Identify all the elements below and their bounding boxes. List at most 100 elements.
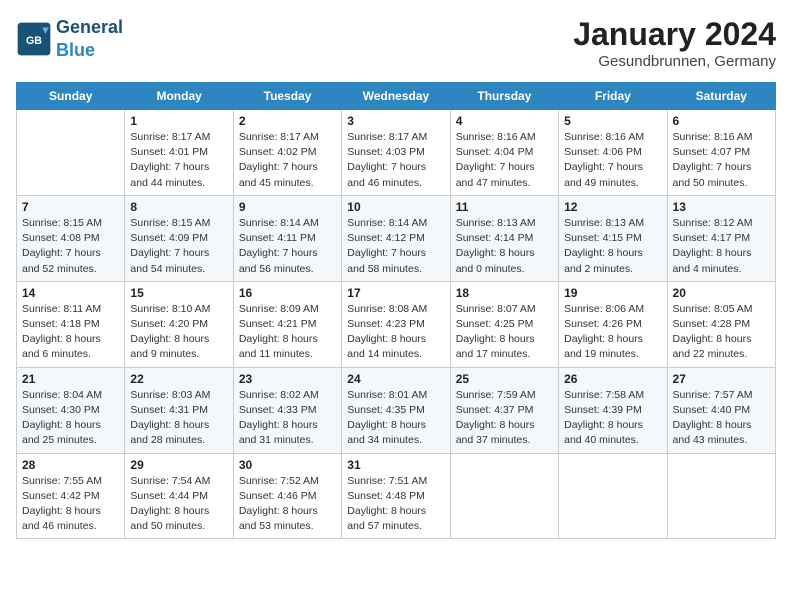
sunrise-time: Sunrise: 8:11 AM [22, 303, 101, 315]
daylight-hours: Daylight: 8 hours and 25 minutes. [22, 419, 101, 446]
day-info: Sunrise: 7:52 AMSunset: 4:46 PMDaylight:… [239, 474, 336, 535]
day-cell: 24 Sunrise: 8:01 AMSunset: 4:35 PMDayligh… [342, 367, 450, 453]
sunset-time: Sunset: 4:14 PM [456, 232, 534, 244]
day-cell: 15Sunrise: 8:10 AMSunset: 4:20 PMDayligh… [125, 281, 233, 367]
day-info: Sunrise: 8:01 AMSunset: 4:35 PMDaylight:… [347, 388, 444, 449]
sunrise-time: Sunrise: 8:02 AM [239, 389, 319, 401]
daylight-hours: Daylight: 7 hours and 44 minutes. [130, 161, 209, 188]
sunrise-time: Sunrise: 8:16 AM [456, 131, 536, 143]
daylight-hours: Daylight: 7 hours and 47 minutes. [456, 161, 535, 188]
daylight-hours: Daylight: 8 hours and 14 minutes. [347, 333, 426, 360]
sunset-time: Sunset: 4:02 PM [239, 146, 317, 158]
day-info: Sunrise: 8:17 AMSunset: 4:02 PMDaylight:… [239, 130, 336, 191]
logo-icon: GB [16, 21, 52, 57]
day-info: Sunrise: 8:12 AMSunset: 4:17 PMDaylight:… [673, 216, 770, 277]
day-number: 22 [130, 372, 227, 386]
day-number: 25 [456, 372, 553, 386]
sunrise-time: Sunrise: 8:06 AM [564, 303, 644, 315]
day-number: 18 [456, 286, 553, 300]
day-cell: 2Sunrise: 8:17 AMSunset: 4:02 PMDaylight… [233, 110, 341, 196]
day-number: 8 [130, 200, 227, 214]
daylight-hours: Daylight: 8 hours and 0 minutes. [456, 247, 535, 274]
day-cell: 25Sunrise: 7:59 AMSunset: 4:37 PMDayligh… [450, 367, 558, 453]
calendar-title: January 2024 [573, 16, 776, 53]
daylight-hours: Daylight: 7 hours and 50 minutes. [673, 161, 752, 188]
day-info: Sunrise: 8:14 AMSunset: 4:12 PMDaylight:… [347, 216, 444, 277]
sunset-time: Sunset: 4:15 PM [564, 232, 642, 244]
sunrise-time: Sunrise: 7:52 AM [239, 475, 319, 487]
day-info: Sunrise: 8:03 AMSunset: 4:31 PMDaylight:… [130, 388, 227, 449]
sunrise-time: Sunrise: 8:04 AM [22, 389, 102, 401]
day-info: Sunrise: 7:54 AMSunset: 4:44 PMDaylight:… [130, 474, 227, 535]
sunset-time: Sunset: 4:42 PM [22, 490, 100, 502]
day-cell: 3Sunrise: 8:17 AMSunset: 4:03 PMDaylight… [342, 110, 450, 196]
sunset-time: Sunset: 4:03 PM [347, 146, 425, 158]
sunrise-time: Sunrise: 8:08 AM [347, 303, 427, 315]
week-row-1: 1Sunrise: 8:17 AMSunset: 4:01 PMDaylight… [17, 110, 776, 196]
sunrise-time: Sunrise: 8:17 AM [130, 131, 210, 143]
day-cell: 28Sunrise: 7:55 AMSunset: 4:42 PMDayligh… [17, 453, 125, 539]
day-number: 9 [239, 200, 336, 214]
sunrise-time: Sunrise: 8:13 AM [456, 217, 536, 229]
col-header-sunday: Sunday [17, 83, 125, 110]
daylight-hours: Daylight: 8 hours and 4 minutes. [673, 247, 752, 274]
sunset-time: Sunset: 4:06 PM [564, 146, 642, 158]
day-number: 21 [22, 372, 119, 386]
logo-text: General Blue [56, 16, 123, 62]
day-cell: 5Sunrise: 8:16 AMSunset: 4:06 PMDaylight… [559, 110, 667, 196]
sunset-time: Sunset: 4:08 PM [22, 232, 100, 244]
week-row-4: 21Sunrise: 8:04 AMSunset: 4:30 PMDayligh… [17, 367, 776, 453]
day-info: Sunrise: 7:55 AMSunset: 4:42 PMDaylight:… [22, 474, 119, 535]
week-row-3: 14 Sunrise: 8:11 AM Sunset: 4:18 PM Dayligh… [17, 281, 776, 367]
sunset-time: Sunset: 4:40 PM [673, 404, 751, 416]
day-cell: 8Sunrise: 8:15 AMSunset: 4:09 PMDaylight… [125, 195, 233, 281]
day-number: 16 [239, 286, 336, 300]
logo: GB General Blue [16, 16, 123, 62]
day-number: 31 [347, 458, 444, 472]
day-info: Sunrise: 8:13 AM Sunset: 4:14 PM Daylight:… [456, 216, 553, 277]
sunset-time: Sunset: 4:37 PM [456, 404, 534, 416]
daylight-hours: Daylight: 8 hours and 28 minutes. [130, 419, 209, 446]
sunset-time: Sunset: 4:39 PM [564, 404, 642, 416]
day-number: 2 [239, 114, 336, 128]
daylight-hours: Daylight: 7 hours and 56 minutes. [239, 247, 318, 274]
sunset-time: Sunset: 4:09 PM [130, 232, 208, 244]
logo-general: General [56, 17, 123, 37]
daylight-hours: Daylight: 8 hours and 43 minutes. [673, 419, 752, 446]
day-number: 14 [22, 286, 119, 300]
sunset-time: Sunset: 4:23 PM [347, 318, 425, 330]
day-cell: 27 Sunrise: 7:57 AM Sunset: 4:40 PM Dayligh… [667, 367, 775, 453]
day-cell: 13Sunrise: 8:12 AMSunset: 4:17 PMDayligh… [667, 195, 775, 281]
day-cell: 7Sunrise: 8:15 AMSunset: 4:08 PMDaylight… [17, 195, 125, 281]
day-info: Sunrise: 8:10 AMSunset: 4:20 PMDaylight:… [130, 302, 227, 363]
day-number: 11 [456, 200, 553, 214]
day-number: 4 [456, 114, 553, 128]
sunset-time: Sunset: 4:12 PM [347, 232, 425, 244]
day-info: Sunrise: 8:11 AMSunset: 4:18 PMDaylight:… [22, 302, 119, 363]
sunrise-time: Sunrise: 7:59 AM [456, 389, 536, 401]
day-cell [17, 110, 125, 196]
day-number: 27 [673, 372, 770, 386]
day-info: Sunrise: 8:07 AMSunset: 4:25 PMDaylight:… [456, 302, 553, 363]
day-cell: 17Sunrise: 8:08 AMSunset: 4:23 PMDayligh… [342, 281, 450, 367]
sunrise-time: Sunrise: 8:14 AM [239, 217, 319, 229]
day-number: 24 [347, 372, 444, 386]
day-info: Sunrise: 8:14 AMSunset: 4:11 PMDaylight:… [239, 216, 336, 277]
col-header-tuesday: Tuesday [233, 83, 341, 110]
sunset-time: Sunset: 4:18 PM [22, 318, 100, 330]
day-number: 7 [22, 200, 119, 214]
daylight-hours: Daylight: 8 hours and 50 minutes. [130, 505, 209, 532]
title-block: January 2024 Gesundbrunnen, Germany [573, 16, 776, 70]
day-info: Sunrise: 8:06 AMSunset: 4:26 PMDaylight:… [564, 302, 661, 363]
day-number: 3 [347, 114, 444, 128]
sunrise-time: Sunrise: 7:57 AM [673, 389, 753, 401]
sunrise-time: Sunrise: 8:10 AM [130, 303, 210, 315]
day-cell: 31Sunrise: 7:51 AMSunset: 4:48 PMDayligh… [342, 453, 450, 539]
sunrise-time: Sunrise: 8:17 AM [239, 131, 319, 143]
sunrise-time: Sunrise: 8:14 AM [347, 217, 427, 229]
sunset-time: Sunset: 4:46 PM [239, 490, 317, 502]
day-cell: 20Sunrise: 8:05 AMSunset: 4:28 PMDayligh… [667, 281, 775, 367]
day-cell: 6Sunrise: 8:16 AMSunset: 4:07 PMDaylight… [667, 110, 775, 196]
day-info: Sunrise: 7:59 AMSunset: 4:37 PMDaylight:… [456, 388, 553, 449]
daylight-hours: Daylight: 8 hours and 11 minutes. [239, 333, 318, 360]
